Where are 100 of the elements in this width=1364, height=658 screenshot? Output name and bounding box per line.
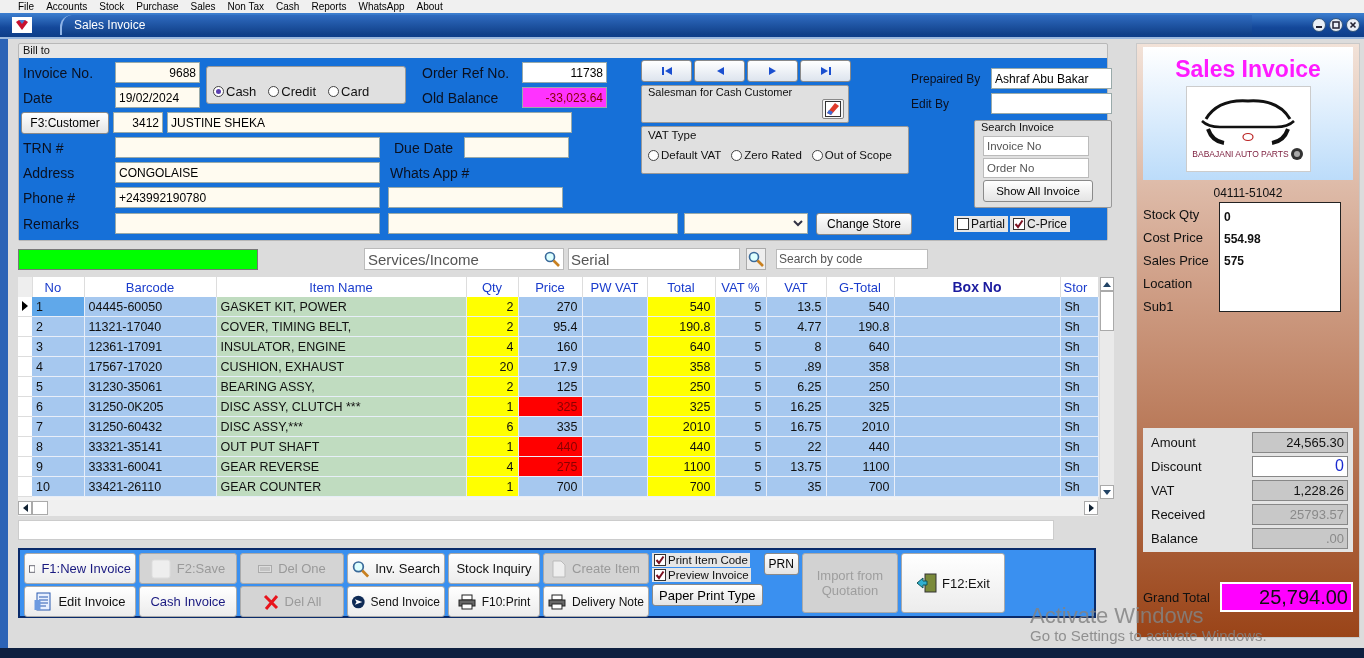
horizontal-scrollbar[interactable] [18,500,1098,516]
toolbar-button[interactable]: Edit Invoice [24,586,136,617]
menu-item[interactable]: Purchase [136,0,179,13]
customer-name-field[interactable]: JUSTINE SHEKA [167,112,572,133]
toolbar-button[interactable]: F10:Print [448,586,540,617]
date-field[interactable]: 19/02/2024 [115,87,200,108]
scroll-down-button[interactable] [1100,485,1114,499]
search-button[interactable] [746,248,766,270]
order-ref-field[interactable]: 11738 [522,62,607,83]
menu-item[interactable]: Sales [190,0,216,13]
toolbar-button[interactable]: Inv. Search [347,553,445,584]
column-header[interactable]: Box No [894,277,1060,297]
services-search-field[interactable]: Services/Income [364,248,564,270]
change-store-button[interactable]: Change Store [816,212,912,235]
serial-field[interactable]: Serial [568,248,740,270]
scroll-left-button[interactable] [18,501,32,515]
menu-item[interactable]: Accounts [46,0,88,13]
column-header[interactable]: Total [647,277,715,297]
vertical-scrollbar[interactable] [1100,277,1114,499]
column-header[interactable]: VAT % [715,277,766,297]
payment-option[interactable]: Cash [213,84,257,99]
toolbar-button[interactable]: F1:New Invoice [24,553,136,584]
text-field[interactable] [388,213,678,234]
checkbox[interactable] [957,217,969,230]
remarks-field[interactable] [115,213,380,234]
option-checkbox[interactable]: C-Price [1010,215,1071,232]
whatsapp-field[interactable] [388,187,563,208]
total-field[interactable]: 24,565.30 [1252,431,1348,453]
last-record-button[interactable] [800,60,851,82]
print-option-checkbox[interactable]: Print Item Code [652,553,750,567]
column-header[interactable]: PW VAT [582,277,647,297]
radio-button[interactable] [648,149,659,161]
scroll-right-button[interactable] [1084,501,1098,515]
option-checkbox[interactable]: Partial [954,215,1008,232]
menu-item[interactable]: File [18,0,35,13]
row-header[interactable] [18,297,32,317]
column-header[interactable]: Price [518,277,582,297]
total-field[interactable]: 1,228.26 [1252,479,1348,501]
radio-button[interactable] [213,86,224,97]
prepared-by-field[interactable]: Ashraf Abu Bakar [991,68,1112,89]
checkbox[interactable] [1013,217,1025,230]
next-record-button[interactable] [747,60,798,82]
close-icon[interactable] [1346,18,1360,32]
order-search-field[interactable]: Order No [983,158,1089,178]
minimize-icon[interactable] [1312,18,1326,32]
column-header[interactable]: Item Name [216,277,466,297]
show-all-invoice-button[interactable]: Show All Invoice [983,180,1093,202]
old-balance-field[interactable]: -33,023.64 [522,87,607,108]
toolbar-button[interactable]: Delivery Note [543,586,649,617]
column-header[interactable]: G-Total [826,277,894,297]
toolbar-button[interactable]: Cash Invoice [139,586,237,617]
edit-by-field[interactable] [991,93,1112,114]
due-date-field[interactable] [464,137,569,158]
menu-item[interactable]: WhatsApp [358,0,405,13]
exit-button[interactable]: F12:Exit [900,553,1005,613]
total-field[interactable]: 0 [1252,455,1348,477]
phone-field[interactable]: +243992190780 [115,187,380,208]
vat-type-option[interactable]: Out of Scope [811,149,892,161]
print-option-checkbox[interactable]: Preview Invoice [652,568,751,582]
toolbar-button[interactable]: Send Invoice [347,586,445,617]
column-header[interactable]: Qty [466,277,518,297]
vat-type-option[interactable]: Default VAT [648,149,722,161]
vat-type-option[interactable]: Zero Rated [731,149,802,161]
column-header[interactable]: Barcode [84,277,216,297]
menu-item[interactable]: Stock [99,0,125,13]
scroll-thumb[interactable] [1100,291,1114,331]
radio-button[interactable] [811,149,823,161]
menu-item[interactable]: About [416,0,443,13]
customer-button[interactable]: F3:Customer [21,111,109,134]
menu-item[interactable]: Cash [276,0,300,13]
trn-field[interactable] [115,137,380,158]
payment-option[interactable]: Credit [268,84,317,99]
scroll-up-button[interactable] [1100,277,1114,291]
toolbar-button[interactable]: Stock Inquiry [448,553,540,584]
column-header[interactable]: Stor [1060,277,1098,297]
menu-item[interactable]: Non Tax [227,0,265,13]
paper-print-type-button[interactable]: Paper Print Type [652,584,763,606]
checkbox[interactable] [654,569,666,581]
column-header[interactable]: No [32,277,84,297]
prn-button[interactable]: PRN [763,553,799,575]
customer-code-field[interactable]: 3412 [113,112,163,133]
address-field[interactable]: CONGOLAISE [115,162,380,183]
radio-button[interactable] [731,149,743,161]
first-record-button[interactable] [641,60,692,82]
payment-option[interactable]: Card [328,84,370,99]
maximize-icon[interactable] [1329,18,1343,32]
code-search-field[interactable]: Search by code [776,249,928,269]
grand-total-field[interactable]: 25,794.00 [1220,582,1353,612]
checkbox[interactable] [654,554,666,566]
radio-button[interactable] [328,86,340,97]
menu-item[interactable]: Reports [311,0,347,13]
status-field[interactable] [18,520,1054,540]
radio-button[interactable] [268,86,280,97]
total-label: Balance [1151,530,1198,546]
invoice-search-field[interactable]: Invoice No [983,136,1089,156]
column-header[interactable]: VAT [766,277,826,297]
invoice-number-field[interactable]: 9688 [115,62,200,83]
clear-button[interactable] [822,99,844,119]
previous-record-button[interactable] [694,60,745,82]
scroll-thumb[interactable] [32,501,48,515]
